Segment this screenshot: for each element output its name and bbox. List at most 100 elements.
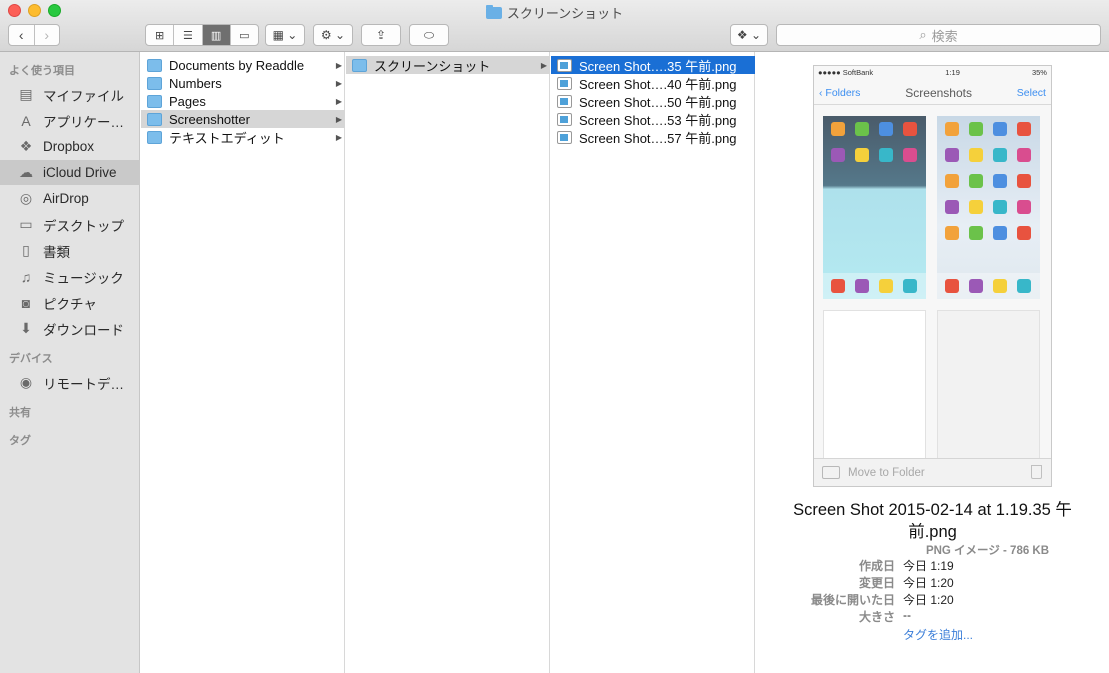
coverflow-view-button[interactable]: ▭ — [231, 25, 258, 45]
sidebar-item[interactable]: ⬇ ダウンロード — [0, 316, 140, 341]
phone-select: Select — [1016, 86, 1046, 99]
documents-icon: ▯ — [22, 242, 30, 258]
sidebar-item[interactable]: ❖ Dropbox — [0, 134, 140, 159]
folder-icon — [147, 76, 162, 90]
app-icon — [945, 174, 959, 188]
folder-icon — [352, 58, 367, 72]
image-file-icon — [557, 94, 572, 108]
phone-title: Screenshots — [905, 85, 972, 100]
thumb-control-center — [823, 116, 926, 299]
sidebar-item[interactable]: ▭ デスクトップ — [0, 212, 140, 237]
dropbox-toolbar-button[interactable]: ❖ ⌄ — [730, 24, 768, 46]
app-icon — [993, 200, 1007, 214]
back-button[interactable]: ‹ — [9, 25, 35, 45]
row-label: Screen Shot….50 午前.png — [579, 94, 737, 110]
phone-nav-bar: ‹ Folders Screenshots Select — [814, 81, 1051, 105]
sidebar-item[interactable]: ▯ 書類 — [0, 238, 140, 263]
column-view-button[interactable]: ▥ — [202, 25, 231, 45]
sidebar-item-label: AirDrop — [43, 191, 89, 206]
file-row[interactable]: Screen Shot….35 午前.png — [551, 56, 755, 74]
folder-row[interactable]: スクリーンショット ▶ — [346, 56, 550, 74]
list-view-button[interactable]: ☰ — [174, 25, 203, 45]
sidebar-item[interactable]: ▤ マイファイル — [0, 82, 140, 107]
app-icon — [831, 122, 845, 136]
metadata-key: 大きさ — [858, 610, 895, 624]
desktop-icon: ▭ — [19, 216, 33, 232]
folder-row[interactable]: Screenshotter ▶ — [141, 110, 345, 128]
file-row[interactable]: Screen Shot….53 午前.png — [551, 110, 755, 128]
sidebar-item[interactable]: ◉ リモートデ… — [0, 370, 140, 395]
icon-view-button[interactable]: ⊞ — [146, 25, 175, 45]
row-label: Pages — [169, 93, 206, 109]
app-icon — [993, 226, 1007, 240]
folder-icon — [485, 5, 502, 19]
preview-filename: Screen Shot 2015-02-14 at 1.19.35 午前.png — [793, 501, 1072, 541]
column-3: Screen Shot….35 午前.png Screen Shot….40 午前… — [551, 52, 755, 673]
metadata-value: -- — [903, 608, 911, 622]
sidebar-item-label: ピクチャ — [43, 296, 97, 312]
dock — [823, 273, 926, 299]
app-icon — [1017, 122, 1031, 136]
sidebar-header: デバイス — [9, 353, 53, 365]
sidebar-item[interactable]: ☁ iCloud Drive — [0, 160, 140, 185]
app-icon — [969, 174, 983, 188]
folder-row[interactable]: Numbers ▶ — [141, 74, 345, 92]
app-icon — [1017, 174, 1031, 188]
image-file-icon — [557, 112, 572, 126]
sidebar-item-label: 書類 — [43, 244, 70, 260]
app-icon — [855, 122, 869, 136]
folder-icon — [147, 94, 162, 108]
sidebar-item-label: アプリケー… — [43, 114, 124, 130]
forward-button[interactable]: › — [35, 25, 60, 45]
navigation-buttons: ‹ › — [8, 24, 60, 46]
app-icon — [945, 226, 959, 240]
folder-row[interactable]: Pages ▶ — [141, 92, 345, 110]
app-icon — [945, 200, 959, 214]
sidebar-header: タグ — [9, 435, 31, 447]
thumb-bookmarks — [823, 310, 926, 470]
icloud-icon: ☁ — [19, 164, 33, 180]
app-icon — [831, 148, 845, 162]
folder-row[interactable]: Documents by Readdle ▶ — [141, 56, 345, 74]
disclosure-arrow-icon: ▶ — [335, 60, 342, 70]
image-file-icon — [557, 76, 572, 90]
sidebar-item[interactable]: ◎ AirDrop — [0, 186, 140, 211]
thumb-home-screen — [937, 116, 1040, 299]
folder-icon — [147, 58, 162, 72]
metadata-row: 作成日 今日 1:19 — [756, 557, 1109, 574]
row-label: Numbers — [169, 75, 222, 91]
dock-app-icon — [993, 279, 1007, 293]
all-files-icon: ▤ — [19, 86, 33, 102]
view-mode-control: ⊞ ☰ ▥ ▭ — [145, 24, 259, 46]
disclosure-arrow-icon: ▶ — [335, 78, 342, 88]
tag-button[interactable]: ⬭ — [409, 24, 449, 46]
sidebar-item[interactable]: ♫ ミュージック — [0, 264, 140, 289]
folder-row[interactable]: テキストエディット ▶ — [141, 128, 345, 146]
dock-app-icon — [969, 279, 983, 293]
sidebar-item-label: iCloud Drive — [43, 165, 117, 180]
row-label: Screen Shot….40 午前.png — [579, 76, 737, 92]
app-icon — [855, 148, 869, 162]
file-row[interactable]: Screen Shot….40 午前.png — [551, 74, 755, 92]
app-icon — [903, 148, 917, 162]
arrange-button[interactable]: ▦ ⌄ — [265, 24, 305, 46]
music-icon: ♫ — [20, 268, 32, 285]
sidebar-item[interactable]: ◙ ピクチャ — [0, 290, 140, 315]
row-label: Screen Shot….53 午前.png — [579, 112, 737, 128]
file-row[interactable]: Screen Shot….50 午前.png — [551, 92, 755, 110]
search-icon: ⌕ — [919, 27, 927, 42]
search-field[interactable]: ⌕ 検索 — [776, 24, 1101, 46]
app-icon — [969, 122, 983, 136]
applications-icon: A — [21, 112, 31, 129]
app-icon — [903, 122, 917, 136]
sidebar-item[interactable]: A アプリケー… — [0, 108, 140, 133]
file-row[interactable]: Screen Shot….57 午前.png — [551, 128, 755, 146]
image-file-icon — [557, 130, 572, 144]
share-button[interactable]: ⇪ — [361, 24, 401, 46]
app-icon — [1017, 200, 1031, 214]
downloads-icon: ⬇ — [20, 320, 32, 336]
screenshot-thumbnail: ●●●●● SoftBank 1:19 35% ‹ Folders Screen… — [813, 65, 1052, 487]
add-tag-link[interactable]: タグを追加... — [903, 626, 973, 643]
row-label: テキストエディット — [169, 130, 285, 146]
action-gear-button[interactable]: ⚙ ⌄ — [313, 24, 353, 46]
